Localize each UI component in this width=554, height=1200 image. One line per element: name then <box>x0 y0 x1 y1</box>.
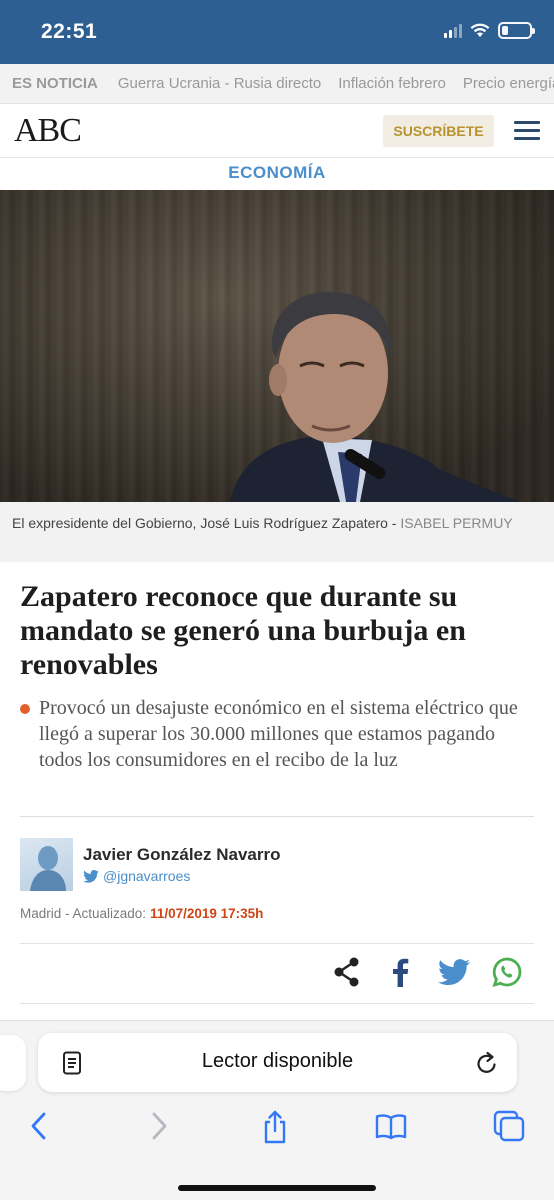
twitter-icon[interactable] <box>438 955 470 989</box>
updated-date: 11/07/2019 17:35h <box>150 906 264 921</box>
topic-link[interactable]: Precio energía <box>463 75 554 92</box>
cellular-signal-icon <box>444 23 462 38</box>
twitter-handle: @jgnavarroes <box>103 868 191 884</box>
author-twitter[interactable]: @jgnavarroes <box>83 868 190 884</box>
portrait-figure <box>230 291 520 502</box>
divider <box>20 816 534 817</box>
section-label[interactable]: ECONOMÍA <box>0 158 554 190</box>
article-photo <box>0 190 554 502</box>
reload-icon[interactable] <box>476 1051 498 1075</box>
tabs-icon[interactable] <box>492 1109 526 1143</box>
battery-icon <box>498 22 535 39</box>
address-bar[interactable]: Lector disponible <box>38 1033 517 1092</box>
subhead-text: Provocó un desajuste económico en el sis… <box>39 697 518 771</box>
home-indicator[interactable] <box>178 1185 376 1191</box>
caption-text: El expresidente del Gobierno, José Luis … <box>12 515 401 531</box>
share-icon[interactable] <box>332 955 362 989</box>
divider <box>20 1003 534 1004</box>
reader-available-label: Lector disponible <box>201 1050 354 1072</box>
dateline-place: Madrid <box>20 906 62 921</box>
twitter-bird-icon <box>83 869 99 883</box>
previous-tab-peek[interactable] <box>0 1035 26 1091</box>
article-subheadline: Provocó un desajuste económico en el sis… <box>20 695 535 773</box>
whatsapp-icon[interactable] <box>491 955 523 989</box>
back-icon[interactable] <box>28 1109 50 1143</box>
bullet-dot-icon <box>20 704 30 714</box>
site-header: ABC SUSCRÍBETE <box>0 104 554 158</box>
abc-logo[interactable]: ABC <box>14 112 82 150</box>
bookmarks-icon[interactable] <box>374 1109 408 1143</box>
topic-link[interactable]: Inflación febrero <box>338 75 446 92</box>
dateline: Madrid - Actualizado: 11/07/2019 17:35h <box>20 906 263 921</box>
author-avatar[interactable] <box>20 838 73 891</box>
status-bar: 22:51 <box>0 0 554 64</box>
author-name[interactable]: Javier González Navarro <box>83 845 280 865</box>
facebook-icon[interactable] <box>387 955 413 989</box>
status-icons <box>444 22 535 39</box>
divider <box>20 943 534 944</box>
browser-toolbar: Lector disponible <box>0 1020 554 1200</box>
photo-credit: ISABEL PERMUY <box>400 515 513 531</box>
topic-link[interactable]: Guerra Ucrania - Rusia directo <box>118 75 321 92</box>
article-headline: Zapatero reconoce que durante su mandato… <box>20 580 466 681</box>
share-sheet-icon[interactable] <box>260 1109 290 1145</box>
trending-topics-bar: ES NOTICIA Guerra Ucrania - Rusia direct… <box>0 64 554 104</box>
status-time: 22:51 <box>41 20 98 43</box>
topics-label: ES NOTICIA <box>12 75 98 92</box>
dateline-updated-label: - Actualizado: <box>61 906 147 921</box>
wifi-icon <box>470 23 490 37</box>
photo-caption: El expresidente del Gobierno, José Luis … <box>0 502 554 562</box>
subscribe-button[interactable]: SUSCRÍBETE <box>383 115 494 147</box>
forward-icon[interactable] <box>148 1109 170 1143</box>
hamburger-menu-icon[interactable] <box>514 121 540 141</box>
